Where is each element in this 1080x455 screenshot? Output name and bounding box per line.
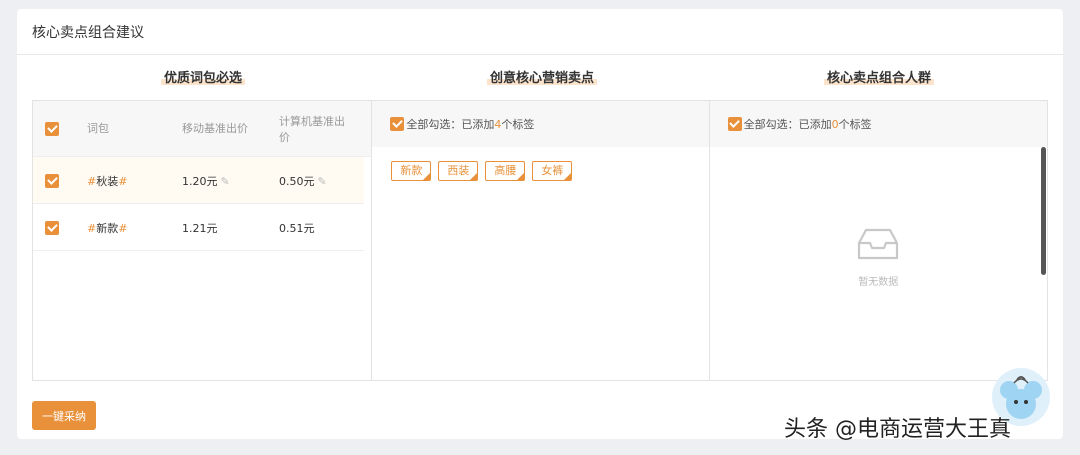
table-row: #新款# 1.21元 0.51元 — [33, 204, 364, 251]
pc-bid-cell: 0.51元 — [279, 222, 315, 235]
keywords-table-header: 词包 移动基准出价 计算机基准出 价 — [33, 101, 372, 157]
watermark-text: 头条 @电商运营大王真 — [784, 417, 1011, 442]
tag-item[interactable]: 高腰 — [485, 161, 526, 181]
select-all-bar: 全部勾选：已添加4个标签 — [372, 101, 709, 147]
mobile-bid-cell: 1.20元 ✎ — [182, 175, 230, 188]
selling-point-suggestion-card: 核心卖点组合建议 优质词包必选 创意核心营销卖点 核心卖点组合人群 词包 移动基… — [17, 9, 1063, 439]
select-all-audience-checkbox[interactable] — [727, 117, 742, 131]
header-pc-bid-line2: 价 — [279, 131, 290, 144]
keyword-cell: #秋装# — [87, 175, 128, 188]
table-row: #秋装# 1.20元 ✎ 0.50元 ✎ — [33, 157, 364, 204]
select-all-label: 全部勾选：已添加4个标签 — [406, 118, 535, 131]
keyword-cell: #新款# — [87, 222, 128, 235]
empty-state: 暂无数据 — [710, 227, 1047, 288]
card-header: 核心卖点组合建议 — [17, 9, 1063, 55]
mobile-bid-cell: 1.21元 — [182, 222, 218, 235]
select-all-bar: 全部勾选：已添加0个标签 — [709, 101, 1047, 147]
keywords-column-title: 优质词包必选 — [160, 67, 246, 86]
header-pc-bid-line1: 计算机基准出 — [279, 115, 345, 128]
pencil-icon[interactable]: ✎ — [318, 175, 327, 188]
row-checkbox[interactable] — [45, 221, 59, 235]
scrollbar[interactable] — [1040, 147, 1046, 275]
selling-points-panel: 全部勾选：已添加4个标签 新款 西装 高腰 女裤 — [371, 101, 709, 380]
tag-item[interactable]: 女裤 — [532, 161, 573, 181]
pc-bid-cell: 0.50元 ✎ — [279, 175, 327, 188]
header-word: 词包 — [87, 122, 109, 135]
pencil-icon[interactable]: ✎ — [221, 175, 230, 188]
page-title: 核心卖点组合建议 — [32, 24, 144, 41]
audience-column-title: 核心卖点组合人群 — [823, 67, 935, 86]
tag-item[interactable]: 西装 — [438, 161, 479, 181]
empty-text: 暂无数据 — [858, 277, 899, 288]
row-checkbox[interactable] — [45, 174, 59, 188]
column-titles: 优质词包必选 创意核心营销卖点 核心卖点组合人群 — [17, 67, 1063, 89]
select-all-keywords-checkbox[interactable] — [45, 122, 59, 136]
keywords-panel: 词包 移动基准出价 计算机基准出 价 #秋装# 1.20元 ✎ 0.50元 ✎ #新… — [33, 101, 372, 380]
adopt-all-button[interactable]: 一键采纳 — [32, 401, 96, 430]
tag-list: 新款 西装 高腰 女裤 — [391, 161, 573, 181]
inbox-icon — [858, 228, 899, 260]
select-all-tags-checkbox[interactable] — [390, 117, 405, 131]
selling-points-column-title: 创意核心营销卖点 — [486, 67, 598, 86]
tag-item[interactable]: 新款 — [391, 161, 432, 181]
audience-panel: 全部勾选：已添加0个标签 暂无数据 — [708, 101, 1047, 380]
select-all-label: 全部勾选：已添加0个标签 — [743, 118, 872, 131]
panels: 词包 移动基准出价 计算机基准出 价 #秋装# 1.20元 ✎ 0.50元 ✎ #新… — [32, 100, 1048, 381]
header-mobile-bid: 移动基准出价 — [182, 122, 248, 135]
